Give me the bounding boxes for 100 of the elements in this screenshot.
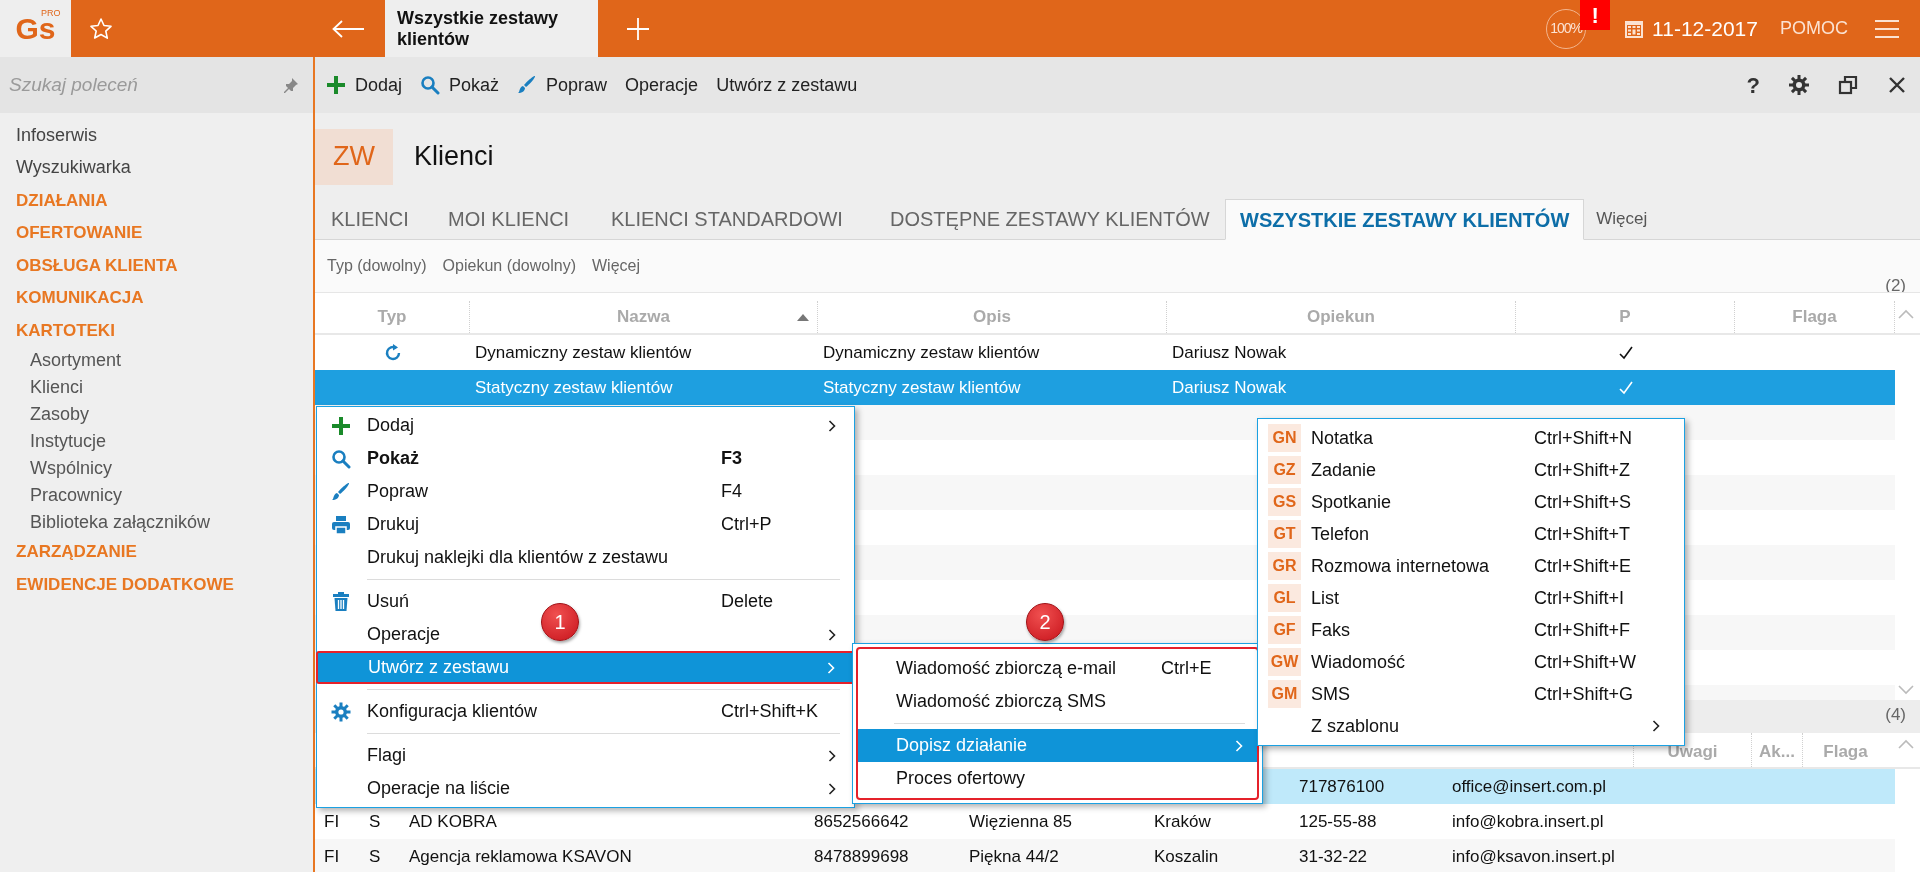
toolbar-button[interactable]: Pokaż xyxy=(420,71,500,99)
activity-code-badge: GL xyxy=(1268,584,1301,612)
document-tab[interactable]: Wszystkie zestawy klientów xyxy=(385,0,598,57)
printer-icon xyxy=(331,514,351,535)
menu-item[interactable]: Popraw xyxy=(367,478,429,505)
menu-item[interactable]: GM SMS Ctrl+Shift+G xyxy=(1258,678,1684,710)
star-icon[interactable] xyxy=(89,16,113,41)
back-arrow-icon[interactable] xyxy=(331,18,365,39)
menu-item[interactable]: Pokaż xyxy=(367,445,420,472)
table-cell-text: S xyxy=(369,845,381,868)
module-badge: ZW xyxy=(315,128,393,185)
menu-item[interactable]: Utwórz z zestawu xyxy=(316,651,855,684)
menu-item[interactable]: GF Faks Ctrl+Shift+F xyxy=(1258,614,1684,646)
close-icon[interactable] xyxy=(1888,76,1906,94)
toolbar-button[interactable]: Utwórz z zestawu xyxy=(716,71,858,99)
tab[interactable]: WSZYSTKIE ZESTAWY KLIENTÓW xyxy=(1225,199,1585,240)
tab[interactable]: DOSTĘPNE ZESTAWY KLIENTÓW xyxy=(874,199,1225,239)
activity-code-badge: GF xyxy=(1268,616,1301,644)
menu-item[interactable]: GT Telefon Ctrl+Shift+T xyxy=(1258,518,1684,550)
brush-icon xyxy=(331,481,351,502)
menu-item[interactable]: Proces ofertowy xyxy=(858,762,1257,795)
table-cell-text: FI xyxy=(324,845,340,868)
filter-button[interactable]: Opiekun (dowolny) xyxy=(442,254,576,278)
tab[interactable]: KLIENCI STANDARDOWI xyxy=(595,199,874,239)
activity-code-badge: GZ xyxy=(1268,456,1301,484)
alert-badge[interactable]: ! xyxy=(1580,0,1611,30)
table-cell-text: Dariusz Nowak xyxy=(1172,376,1287,399)
activity-code-badge: GT xyxy=(1268,520,1301,548)
filter-button[interactable]: Więcej xyxy=(592,254,640,278)
toolbar-button[interactable]: Dodaj xyxy=(326,71,403,99)
activity-code-badge: GS xyxy=(1268,488,1301,516)
restore-window-icon[interactable] xyxy=(1838,75,1858,95)
table-cell-text: Dynamiczny zestaw klientów xyxy=(475,341,692,364)
sidebar-item[interactable]: Wyszukiwarka xyxy=(16,151,313,184)
menu-item[interactable]: GZ Zadanie Ctrl+Shift+Z xyxy=(1258,454,1684,486)
tab[interactable]: KLIENCI xyxy=(315,199,432,239)
sort-arrow-icon xyxy=(797,314,809,321)
menu-item[interactable]: Drukuj naklejki dla klientów z zestawu xyxy=(367,544,669,571)
table-cell-text: Koszalin xyxy=(1154,845,1219,868)
menu-item[interactable]: Operacje xyxy=(367,621,441,648)
chevron-right-icon xyxy=(1652,720,1660,732)
sidebar-item[interactable]: Wspólnicy xyxy=(16,454,313,482)
plus-icon xyxy=(326,75,346,95)
plus-icon[interactable] xyxy=(626,16,650,41)
table-cell-text: Statyczny zestaw klientów xyxy=(823,376,1021,399)
table-cell-text: Kraków xyxy=(1154,810,1211,833)
filter-button[interactable]: Typ (dowolny) xyxy=(327,254,427,278)
scroll-up-icon[interactable] xyxy=(1898,739,1914,749)
table-row[interactable]: FI S Agencja reklamowa KSAVON 8478899698 Piękna 44/2 Koszalin 31-32-22 info@ksavon.insert.pl xyxy=(315,839,1895,872)
menu-item[interactable]: Wiadomość zbiorczą SMS xyxy=(858,685,1257,718)
activity-code-badge: GN xyxy=(1268,424,1301,452)
menu-item[interactable]: Dopisz działanie xyxy=(858,729,1257,762)
menu-item[interactable]: GL List Ctrl+Shift+I xyxy=(1258,582,1684,614)
plus-icon xyxy=(331,415,351,436)
menu-item[interactable]: GN Notatka Ctrl+Shift+N xyxy=(1258,422,1684,454)
menu-icon[interactable] xyxy=(1874,18,1900,39)
menu-item[interactable]: GW Wiadomość Ctrl+Shift+W xyxy=(1258,646,1684,678)
table-cell-text: Agencja reklamowa KSAVON xyxy=(409,845,632,868)
table-cell-text: FI xyxy=(324,810,340,833)
date-text: 11-12-2017 xyxy=(1652,15,1758,42)
row-count: (4) xyxy=(1885,704,1906,726)
shortcut-text: F4 xyxy=(721,480,743,503)
shortcut-text: Ctrl+Shift+K xyxy=(721,700,820,723)
shortcut-text: Ctrl+P xyxy=(721,513,773,536)
menu-item[interactable]: Flagi xyxy=(367,742,406,769)
table-cell-text: Dariusz Nowak xyxy=(1172,341,1287,364)
help-button[interactable]: ? xyxy=(1746,68,1760,102)
sidebar-item[interactable]: Infoserwis xyxy=(16,119,313,152)
activity-code-badge: GM xyxy=(1268,680,1301,708)
menu-item[interactable]: GR Rozmowa internetowa Ctrl+Shift+E xyxy=(1258,550,1684,582)
table-cell-text: Piękna 44/2 xyxy=(969,845,1059,868)
pin-icon[interactable] xyxy=(283,77,299,93)
shortcut-text: Delete xyxy=(721,590,775,613)
menu-item[interactable]: Drukuj xyxy=(367,511,419,538)
table-cell-text: Dynamiczny zestaw klientów xyxy=(823,341,1040,364)
tab[interactable]: MOI KLIENCI xyxy=(432,199,595,239)
menu-item[interactable]: Operacje na liście xyxy=(367,775,511,802)
menu-item[interactable]: Usuń xyxy=(367,588,410,615)
sidebar-item[interactable]: Instytucje xyxy=(16,427,313,455)
sidebar-item[interactable]: Asortyment xyxy=(16,346,313,374)
toolbar-button[interactable]: Popraw xyxy=(517,71,608,99)
menu-item[interactable]: Konfiguracja klientów xyxy=(367,698,538,725)
toolbar-button[interactable]: Operacje xyxy=(625,71,699,99)
activity-code-badge: GR xyxy=(1268,552,1301,580)
menu-item[interactable]: Dodaj xyxy=(367,412,415,439)
calendar-icon[interactable] xyxy=(1624,18,1645,39)
table-cell-text: 8652566642 xyxy=(814,810,909,833)
sidebar-item[interactable]: Pracownicy xyxy=(16,481,313,509)
page-title: Klienci xyxy=(414,140,494,174)
table-cell-text: info@kobra.insert.pl xyxy=(1452,810,1604,833)
sidebar-item[interactable]: Klienci xyxy=(16,373,313,401)
menu-item[interactable]: Wiadomość zbiorczą e-mail Ctrl+E xyxy=(858,652,1257,685)
app-logo: GsPRO xyxy=(0,0,71,57)
sidebar-item[interactable]: Biblioteka załączników xyxy=(16,508,313,536)
scroll-down-icon[interactable] xyxy=(1898,685,1914,695)
chevron-right-icon xyxy=(1235,739,1243,752)
sidebar-item[interactable]: Zasoby xyxy=(16,400,313,428)
tab[interactable]: Więcej xyxy=(1584,199,1660,239)
menu-item[interactable]: GS Spotkanie Ctrl+Shift+S xyxy=(1258,486,1684,518)
scroll-up-icon[interactable] xyxy=(1898,309,1914,319)
